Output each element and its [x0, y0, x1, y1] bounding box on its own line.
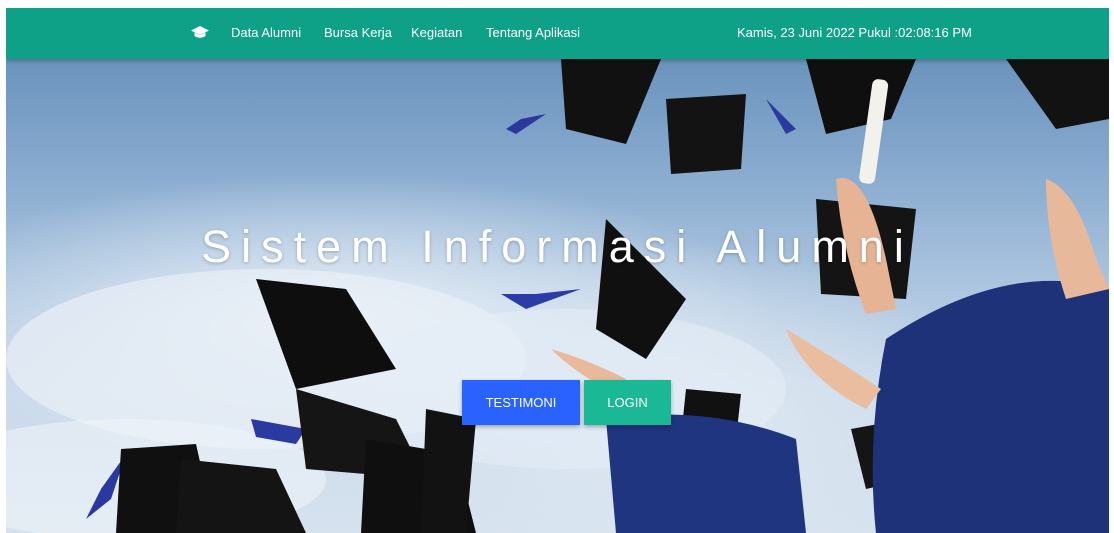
testimoni-button[interactable]: TESTIMONI: [462, 380, 580, 425]
hero-section: Sistem Informasi Alumni TESTIMONI LOGIN: [6, 59, 1109, 533]
navbar-inner: Data Alumni Bursa Kerja Kegiatan Tentang…: [6, 8, 1109, 59]
hero-title: Sistem Informasi Alumni: [201, 221, 914, 272]
nav-tentang-aplikasi[interactable]: Tentang Aplikasi: [486, 25, 580, 40]
nav-bursa-kerja[interactable]: Bursa Kerja: [324, 25, 392, 40]
graduation-cap-icon[interactable]: [191, 26, 209, 40]
login-button[interactable]: LOGIN: [584, 380, 671, 425]
navbar: Data Alumni Bursa Kerja Kegiatan Tentang…: [6, 8, 1109, 59]
hero-background-image: [6, 59, 1109, 533]
nav-data-alumni[interactable]: Data Alumni: [231, 25, 301, 40]
page-frame: Data Alumni Bursa Kerja Kegiatan Tentang…: [6, 8, 1109, 533]
datetime-clock: Kamis, 23 Juni 2022 Pukul :02:08:16 PM: [737, 25, 972, 40]
nav-kegiatan[interactable]: Kegiatan: [411, 25, 462, 40]
